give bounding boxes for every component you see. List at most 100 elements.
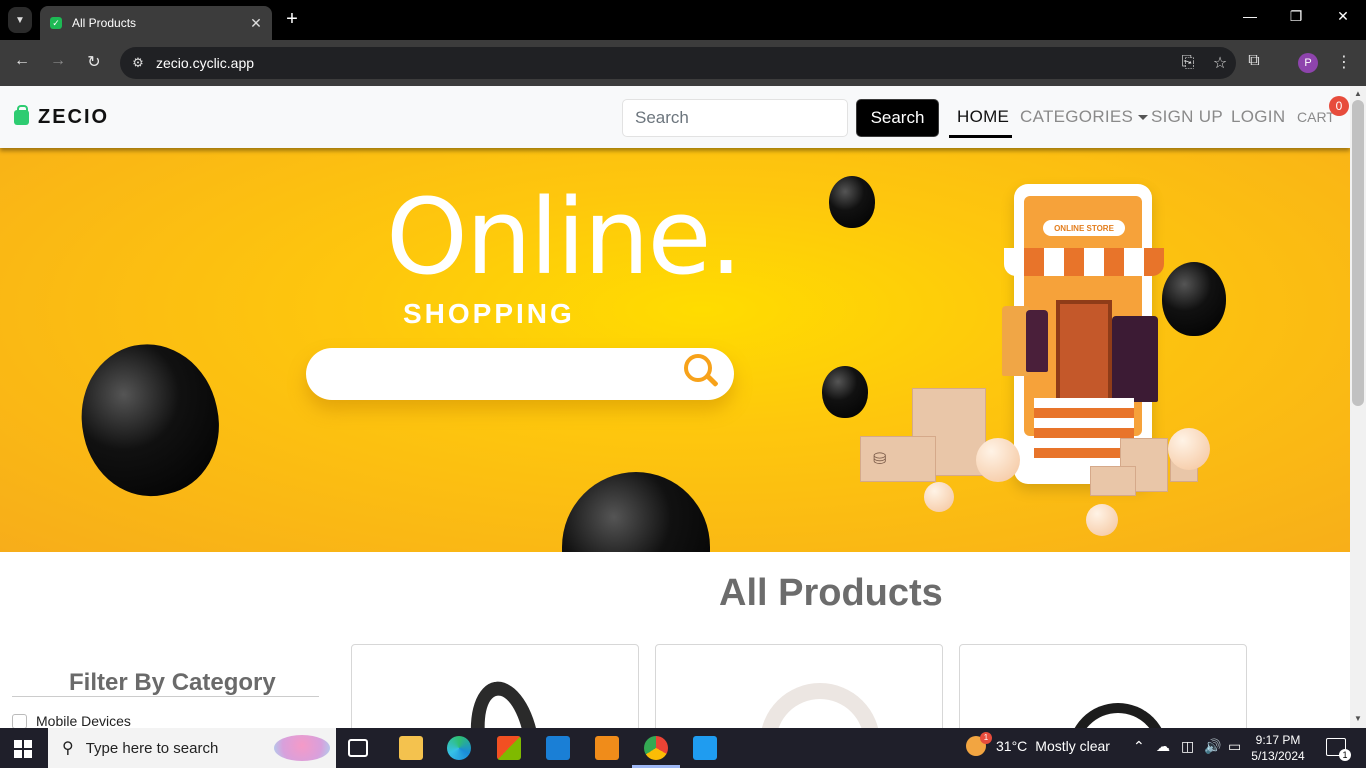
caret-down-icon <box>1138 115 1149 121</box>
chrome-icon[interactable] <box>644 736 668 760</box>
cart-count-badge: 0 <box>1329 96 1349 116</box>
taskbar-search[interactable]: ⚲ Type here to search <box>48 728 336 768</box>
chevron-down-icon: ▼ <box>15 14 25 26</box>
weather-icon: 1 <box>966 732 992 756</box>
parcel-box: ⛁ <box>860 436 936 482</box>
filter-item-label: Mobile Devices <box>36 713 131 728</box>
clothing-illustration <box>1112 316 1158 402</box>
store-stairs <box>1034 398 1134 468</box>
scroll-down-icon[interactable]: ▼ <box>1350 714 1366 723</box>
hero-banner: Online. SHOPPING ONLINE STORE ⛁ <box>0 148 1350 552</box>
minimize-icon[interactable]: — <box>1238 8 1262 24</box>
clock-date: 5/13/2024 <box>1251 749 1305 763</box>
windows-taskbar: ⚲ Type here to search 1 31°C Mostly clea… <box>0 728 1366 768</box>
balloon-image <box>1162 262 1226 336</box>
restore-icon[interactable]: ❐ <box>1284 8 1308 25</box>
windows-start-icon[interactable] <box>14 740 32 758</box>
search-highlight-icon <box>274 735 330 761</box>
bookmark-star-icon[interactable]: ☆ <box>1204 53 1236 73</box>
notification-center-icon[interactable]: 1 <box>1326 738 1351 761</box>
address-bar[interactable]: ⚙ zecio.cyclic.app ⎘ ☆ <box>120 47 1236 79</box>
brand-logo[interactable]: ZECIO <box>14 105 110 129</box>
file-explorer-icon[interactable] <box>399 736 423 760</box>
browser-toolbar: ← → ↻ ⚙ zecio.cyclic.app ⎘ ☆ ⧉ P ⋮ <box>0 40 1366 86</box>
network-icon[interactable]: ▭ <box>1228 738 1241 755</box>
store-icon[interactable] <box>497 736 521 760</box>
product-card[interactable] <box>959 644 1247 728</box>
shield-favicon-icon: ✓ <box>50 17 62 29</box>
url-text: zecio.cyclic.app <box>156 55 255 71</box>
network-sync-icon[interactable]: ☁ <box>1156 738 1170 755</box>
menu-kebab-icon[interactable]: ⋮ <box>1333 52 1355 72</box>
browser-tab-strip: ▼ ✓ All Products ✕ + — ❐ ✕ <box>0 0 1366 40</box>
back-arrow-icon[interactable]: ← <box>11 52 33 70</box>
scrollbar-thumb[interactable] <box>1352 100 1364 406</box>
brand-name: ZECIO <box>38 106 110 128</box>
site-navbar: ZECIO Search HOME CATEGORIES SIGN UP LOG… <box>0 86 1350 148</box>
banner-headline: Online. <box>386 176 743 298</box>
meet-now-icon[interactable]: ◫ <box>1181 738 1194 755</box>
mail-icon[interactable] <box>546 736 570 760</box>
checkbox-icon[interactable] <box>12 713 27 728</box>
close-icon[interactable]: ✕ <box>1331 8 1355 25</box>
tab-search-button[interactable]: ▼ <box>8 7 32 33</box>
online-store-sign: ONLINE STORE <box>1043 220 1125 236</box>
basket-icon: ⛁ <box>873 451 887 468</box>
web-page: ZECIO Search HOME CATEGORIES SIGN UP LOG… <box>0 86 1350 728</box>
forward-arrow-icon[interactable]: → <box>47 52 69 70</box>
sphere-decoration <box>1168 428 1210 470</box>
search-icon: ⚲ <box>62 740 74 757</box>
nav-categories-label: CATEGORIES <box>1020 107 1134 126</box>
filter-title: Filter By Category <box>69 669 276 696</box>
clothing-illustration <box>1026 310 1048 372</box>
taskbar-clock[interactable]: 9:17 PM 5/13/2024 <box>1248 732 1308 764</box>
chevron-up-icon[interactable]: ⌃ <box>1133 738 1145 755</box>
banner-search-illustration <box>306 348 734 400</box>
page-title: All Products <box>719 572 943 614</box>
filter-divider <box>12 696 319 697</box>
nav-signup[interactable]: SIGN UP <box>1151 107 1223 127</box>
reload-icon[interactable]: ↻ <box>83 52 105 72</box>
clock-time: 9:17 PM <box>1255 733 1301 747</box>
edge-icon[interactable] <box>447 736 471 760</box>
nav-login[interactable]: LOGIN <box>1231 107 1285 127</box>
banner-subheadline: SHOPPING <box>403 298 575 329</box>
scroll-up-icon[interactable]: ▲ <box>1350 89 1366 98</box>
vscode-icon[interactable] <box>693 736 717 760</box>
weather-desc: Mostly clear <box>1035 738 1110 754</box>
extensions-icon[interactable]: ⧉ <box>1243 52 1265 70</box>
site-info-icon[interactable]: ⚙ <box>120 55 156 71</box>
weather-temp: 31°C <box>996 738 1028 754</box>
active-nav-indicator <box>949 135 1012 138</box>
search-input[interactable] <box>622 99 848 137</box>
tab-title: All Products <box>72 16 137 30</box>
volume-icon[interactable]: 🔊 <box>1204 738 1221 755</box>
tab-close-icon[interactable]: ✕ <box>246 15 266 32</box>
store-awning <box>1004 248 1164 276</box>
balloon-image <box>822 366 868 418</box>
sphere-decoration <box>1086 504 1118 536</box>
taskbar-search-placeholder: Type here to search <box>85 739 219 757</box>
sublime-text-icon[interactable] <box>595 736 619 760</box>
balloon-image <box>562 472 710 552</box>
headphones-image <box>462 676 548 728</box>
product-card[interactable] <box>655 644 943 728</box>
weather-alert-badge: 1 <box>980 732 992 744</box>
search-button[interactable]: Search <box>856 99 939 137</box>
weather-widget[interactable]: 1 31°C Mostly clear <box>966 732 1110 756</box>
profile-avatar[interactable]: P <box>1298 53 1318 73</box>
nav-cart[interactable]: CART <box>1297 109 1335 125</box>
filter-checkbox-mobile-devices[interactable]: Mobile Devices <box>12 713 131 728</box>
sphere-decoration <box>924 482 954 512</box>
notification-count: 1 <box>1339 749 1351 761</box>
product-card[interactable] <box>351 644 639 728</box>
page-scrollbar[interactable]: ▲ ▼ <box>1350 86 1366 728</box>
task-view-icon[interactable] <box>348 739 368 757</box>
nav-categories[interactable]: CATEGORIES <box>1020 107 1149 127</box>
install-app-icon[interactable]: ⎘ <box>1172 54 1204 72</box>
sphere-decoration <box>976 438 1020 482</box>
nav-home[interactable]: HOME <box>957 107 1009 127</box>
balloon-image <box>829 176 875 228</box>
browser-tab[interactable]: ✓ All Products ✕ <box>40 6 272 40</box>
new-tab-button[interactable]: + <box>282 8 302 31</box>
